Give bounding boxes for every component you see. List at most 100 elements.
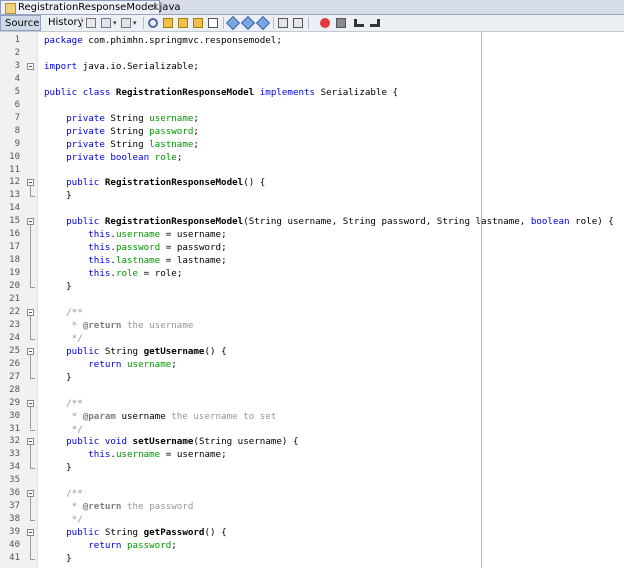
line-number: 2 bbox=[14, 47, 20, 58]
fold-guide bbox=[30, 225, 31, 288]
line-number: 37 bbox=[9, 501, 20, 512]
fold-toggle-icon[interactable] bbox=[27, 308, 34, 316]
code-line[interactable]: } bbox=[44, 461, 72, 474]
toggle-bookmark-icon[interactable] bbox=[255, 15, 271, 31]
code-line[interactable]: * @return the password bbox=[44, 500, 194, 513]
code-line[interactable]: this.lastname = lastname; bbox=[44, 254, 227, 267]
code-line[interactable]: } bbox=[44, 552, 72, 565]
stop-macro-recording-icon[interactable] bbox=[336, 18, 346, 28]
code-line[interactable]: this.role = role; bbox=[44, 267, 182, 280]
code-token: username bbox=[149, 112, 194, 124]
code-token: /** bbox=[44, 306, 83, 318]
history-tab[interactable]: History bbox=[44, 15, 84, 31]
shift-left-icon[interactable] bbox=[278, 18, 288, 28]
comment-icon[interactable] bbox=[354, 19, 364, 27]
code-token: } bbox=[44, 462, 72, 474]
line-number: 6 bbox=[14, 99, 20, 110]
start-macro-recording-icon[interactable] bbox=[320, 18, 330, 28]
code-line[interactable]: public class RegistrationResponseModel i… bbox=[44, 86, 398, 99]
toolbar-separator bbox=[273, 17, 274, 29]
back-icon[interactable] bbox=[101, 18, 111, 28]
find-selection-icon[interactable] bbox=[193, 18, 203, 28]
code-line[interactable]: /** bbox=[44, 397, 83, 410]
code-line[interactable]: private String username; bbox=[44, 112, 199, 125]
code-line[interactable]: } bbox=[44, 371, 72, 384]
code-line[interactable]: /** bbox=[44, 487, 83, 500]
find-next-icon[interactable] bbox=[178, 18, 188, 28]
line-number: 5 bbox=[14, 86, 20, 97]
code-token: username bbox=[115, 410, 166, 422]
code-line[interactable]: */ bbox=[44, 423, 83, 436]
fold-toggle-icon[interactable] bbox=[27, 399, 34, 407]
code-line[interactable]: * @return the username bbox=[44, 319, 194, 332]
code-token: this bbox=[88, 449, 111, 461]
code-line[interactable]: * @param username the username to set bbox=[44, 410, 277, 423]
code-line[interactable]: /** bbox=[44, 306, 83, 319]
previous-bookmark-icon[interactable] bbox=[225, 15, 241, 31]
code-token: private bbox=[66, 138, 105, 150]
line-number: 36 bbox=[9, 488, 20, 499]
shift-right-icon[interactable] bbox=[293, 18, 303, 28]
code-token: import bbox=[44, 60, 78, 72]
code-line[interactable]: public String getPassword() { bbox=[44, 526, 226, 539]
code-line[interactable]: } bbox=[44, 189, 72, 202]
close-tab-icon[interactable]: × bbox=[151, 1, 159, 14]
code-line[interactable]: return password; bbox=[44, 539, 177, 552]
code-token: lastname bbox=[115, 255, 161, 267]
code-line[interactable]: package com.phimhn.springmvc.responsemod… bbox=[44, 34, 282, 47]
code-line[interactable]: */ bbox=[44, 332, 83, 345]
code-token: = lastname; bbox=[160, 255, 227, 267]
code-token: public bbox=[66, 527, 100, 539]
code-line[interactable]: import java.io.Serializable; bbox=[44, 60, 199, 73]
fold-guide bbox=[30, 354, 31, 378]
toggle-highlight-icon[interactable] bbox=[208, 18, 218, 28]
forward-icon[interactable] bbox=[121, 18, 131, 28]
fold-toggle-icon[interactable] bbox=[27, 179, 34, 187]
code-line[interactable]: this.username = username; bbox=[44, 448, 226, 461]
code-line[interactable]: */ bbox=[44, 513, 83, 526]
code-line[interactable]: private String password; bbox=[44, 125, 199, 138]
line-number: 32 bbox=[9, 436, 20, 447]
forward-dropdown-icon[interactable]: ▾ bbox=[133, 18, 138, 28]
code-line[interactable]: public RegistrationResponseModel() { bbox=[44, 176, 265, 189]
fold-toggle-icon[interactable] bbox=[27, 62, 34, 70]
code-line[interactable]: public void setUsername(String username)… bbox=[44, 435, 298, 448]
code-line[interactable]: this.username = username; bbox=[44, 228, 226, 241]
last-edit-icon[interactable] bbox=[86, 18, 96, 28]
source-tab[interactable]: Source bbox=[0, 15, 41, 31]
line-number: 14 bbox=[9, 203, 20, 214]
find-icon[interactable] bbox=[148, 18, 158, 28]
code-token: the password bbox=[121, 501, 194, 513]
fold-toggle-icon[interactable] bbox=[27, 218, 34, 226]
code-token: password bbox=[127, 540, 172, 552]
code-line[interactable]: } bbox=[44, 280, 72, 293]
toolbar-separator bbox=[81, 17, 82, 29]
code-token: this bbox=[88, 268, 111, 280]
code-line[interactable]: public RegistrationResponseModel(String … bbox=[44, 215, 614, 228]
fold-toggle-icon[interactable] bbox=[27, 347, 34, 355]
code-line[interactable]: return username; bbox=[44, 358, 177, 371]
uncomment-icon[interactable] bbox=[370, 19, 380, 27]
code-token: implements bbox=[254, 86, 316, 98]
back-dropdown-icon[interactable]: ▾ bbox=[113, 18, 118, 28]
line-number: 25 bbox=[9, 345, 20, 356]
next-bookmark-icon[interactable] bbox=[240, 15, 256, 31]
code-line[interactable]: this.password = password; bbox=[44, 241, 227, 254]
code-token: public class bbox=[44, 86, 116, 98]
code-line[interactable]: public String getUsername() { bbox=[44, 345, 226, 358]
fold-toggle-icon[interactable] bbox=[27, 490, 34, 498]
code-token: password bbox=[149, 125, 194, 137]
right-margin-line bbox=[481, 32, 482, 568]
code-line[interactable]: private String lastname; bbox=[44, 138, 199, 151]
code-line[interactable]: private boolean role; bbox=[44, 151, 182, 164]
code-token: = password; bbox=[160, 242, 227, 254]
fold-toggle-icon[interactable] bbox=[27, 529, 34, 537]
fold-toggle-icon[interactable] bbox=[27, 438, 34, 446]
line-number: 30 bbox=[9, 410, 20, 421]
line-number: 35 bbox=[9, 475, 20, 486]
file-tab[interactable]: RegistrationResponseModel.java × bbox=[0, 0, 181, 14]
find-previous-icon[interactable] bbox=[163, 18, 173, 28]
